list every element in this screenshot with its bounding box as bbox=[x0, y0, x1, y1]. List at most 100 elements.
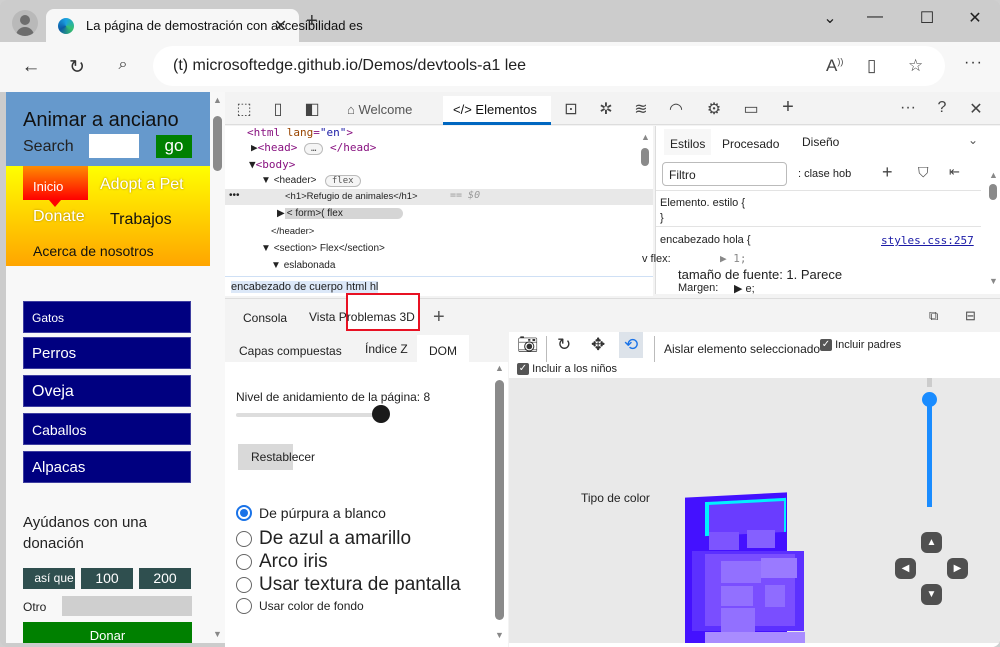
pan-down-button[interactable]: ▼ bbox=[921, 584, 942, 605]
bug-icon[interactable]: ✲ bbox=[595, 99, 617, 119]
css-prop-font-size[interactable]: tamaño de fuente: 1. Parece bbox=[678, 267, 842, 282]
scroll-up-icon[interactable]: ▲ bbox=[213, 95, 222, 105]
toggle-sidebar-icon[interactable]: ⇤ bbox=[949, 164, 960, 180]
settings-scroll-thumb[interactable] bbox=[495, 380, 504, 620]
zoom-slider-thumb[interactable] bbox=[922, 392, 937, 407]
inspect-element-icon[interactable]: ⬚ bbox=[233, 99, 255, 119]
application-icon[interactable]: ▭ bbox=[740, 99, 762, 119]
tab-procesado[interactable]: Procesado bbox=[722, 137, 779, 151]
nav-adopt-link[interactable]: Adopt a Pet bbox=[100, 176, 184, 194]
hov-cls-toggle[interactable]: : clase hob bbox=[798, 168, 851, 180]
read-aloud-icon[interactable]: A)) bbox=[826, 56, 843, 76]
radio-icon[interactable] bbox=[236, 577, 252, 593]
dom-html-node[interactable]: <html lang="en"> bbox=[247, 126, 353, 139]
radio-icon[interactable] bbox=[236, 598, 252, 614]
tab-estilos[interactable]: Estilos bbox=[664, 129, 712, 155]
element-style-rule[interactable]: Elemento. estilo { bbox=[660, 197, 745, 209]
reset-view-icon[interactable]: ↻ bbox=[557, 335, 571, 355]
source-link[interactable]: styles.css:257 bbox=[881, 234, 974, 247]
isolate-selected-label[interactable]: Aislar elemento seleccionado bbox=[664, 342, 820, 356]
expand-arrow-icon[interactable]: ▶ bbox=[251, 141, 258, 154]
more-tools-plus-icon[interactable]: + bbox=[777, 96, 799, 119]
immersive-reader-icon[interactable]: ▯ bbox=[867, 56, 876, 76]
css-prop-margin[interactable]: Margen: bbox=[678, 282, 718, 294]
nav-trabajos-link[interactable]: Trabajos bbox=[110, 211, 172, 229]
settings-scroll-down-icon[interactable]: ▼ bbox=[495, 630, 504, 640]
memory-chip-icon[interactable]: ⚙ bbox=[703, 99, 725, 119]
color-option-screen-texture[interactable]: Usar textura de pantalla bbox=[236, 574, 461, 596]
new-tab-button[interactable]: + bbox=[306, 11, 318, 31]
url-text[interactable]: (t) microsoftedge.github.io/Demos/devtoo… bbox=[173, 57, 526, 75]
tab-3d-view[interactable]: Vista Problemas 3D bbox=[309, 310, 415, 324]
address-bar[interactable]: (t) microsoftedge.github.io/Demos/devtoo… bbox=[153, 46, 945, 86]
tab-z-index[interactable]: Índice Z bbox=[365, 342, 408, 356]
pan-view-icon[interactable]: ✥ bbox=[591, 335, 605, 355]
elements-scroll-thumb[interactable] bbox=[641, 148, 649, 166]
radio-icon[interactable] bbox=[236, 531, 252, 547]
css-margin-value[interactable]: ▶ e; bbox=[734, 282, 755, 295]
css-selector[interactable]: encabezado hola { bbox=[660, 234, 751, 246]
3d-layer-block[interactable] bbox=[747, 530, 775, 548]
tab-consola[interactable]: Consola bbox=[243, 311, 287, 325]
undock-drawer-icon[interactable]: ⧉ bbox=[929, 308, 938, 324]
css-prop-flex[interactable]: v flex: bbox=[642, 253, 671, 265]
devtools-more-icon[interactable]: ··· bbox=[897, 99, 919, 117]
radio-selected-icon[interactable] bbox=[236, 505, 252, 521]
breadcrumb[interactable]: encabezado de cuerpo html hl bbox=[231, 281, 379, 293]
rotate-view-icon[interactable]: ⟲ bbox=[619, 332, 644, 358]
paint-brush-icon[interactable]: ⛉ bbox=[918, 164, 929, 181]
collapse-arrow-icon[interactable]: ▼ bbox=[261, 175, 274, 186]
page-scrollbar[interactable]: ▲ ▼ bbox=[210, 92, 225, 643]
ellipsis-pill[interactable]: … bbox=[304, 143, 324, 155]
dom-head-node[interactable]: ▶<head> … </head> bbox=[251, 141, 376, 155]
nesting-slider-thumb[interactable] bbox=[372, 405, 391, 423]
donation-amount-100[interactable]: 100 bbox=[81, 568, 133, 589]
tab-composited-layers[interactable]: Capas compuestas bbox=[239, 344, 342, 358]
animal-link-oveja[interactable]: Oveja bbox=[23, 375, 191, 407]
settings-scroll-up-icon[interactable]: ▲ bbox=[495, 363, 504, 373]
settings-scrollbar[interactable]: ▲ ▼ bbox=[493, 363, 507, 647]
performance-gauge-icon[interactable]: ◠ bbox=[665, 99, 687, 119]
dock-side-icon[interactable]: ◧ bbox=[301, 99, 323, 119]
include-children-checkbox[interactable]: ✓ Incluir a los niños bbox=[517, 363, 617, 376]
back-button[interactable]: ← bbox=[19, 56, 43, 78]
styles-chevron-down-icon[interactable]: ⌄ bbox=[968, 133, 978, 147]
styles-filter-input[interactable]: Filtro bbox=[662, 162, 787, 186]
3d-layer-block[interactable] bbox=[721, 608, 755, 632]
collapse-arrow-icon[interactable]: ▼ bbox=[249, 158, 256, 171]
device-emulation-icon[interactable]: ▯ bbox=[267, 99, 289, 119]
3d-layer-block[interactable] bbox=[721, 561, 761, 583]
animal-link-alpacas[interactable]: Alpacas bbox=[23, 451, 191, 483]
close-window-button[interactable]: ✕ bbox=[960, 8, 990, 28]
nav-donate-link[interactable]: Donate bbox=[33, 208, 85, 226]
page-scroll-thumb[interactable] bbox=[213, 116, 222, 171]
collapse-arrow-icon[interactable]: ▼ bbox=[271, 260, 284, 271]
flex-badge[interactable]: flex bbox=[324, 175, 361, 187]
zoom-slider-track[interactable] bbox=[927, 399, 932, 507]
tab-close-icon[interactable]: ✕ bbox=[274, 16, 287, 36]
refresh-button[interactable]: ↻ bbox=[65, 56, 89, 79]
dom-section-node[interactable]: ▼ <section> Flex</section> bbox=[261, 243, 385, 254]
3d-canvas[interactable]: Tipo de color ▲ ◀ ▶ ▼ bbox=[509, 378, 1000, 643]
console-icon[interactable]: ⊡ bbox=[560, 99, 582, 119]
checkbox-checked-icon[interactable]: ✓ bbox=[820, 339, 832, 352]
3d-layer-block[interactable] bbox=[765, 585, 785, 607]
scroll-down-icon[interactable]: ▼ bbox=[213, 629, 222, 639]
tab-dom[interactable]: DOM bbox=[417, 335, 469, 364]
animal-link-perros[interactable]: Perros bbox=[23, 337, 191, 369]
color-option-blue-yellow[interactable]: De azul a amarillo bbox=[236, 528, 411, 550]
settings-more-icon[interactable]: ··· bbox=[964, 54, 983, 72]
tab-welcome[interactable]: ⌂ Welcome bbox=[337, 96, 422, 125]
styles-scroll-down-icon[interactable]: ▼ bbox=[989, 276, 998, 286]
donation-amount-1[interactable]: así que bbox=[23, 568, 75, 589]
color-option-rainbow[interactable]: Arco iris bbox=[236, 551, 328, 573]
close-devtools-icon[interactable]: ✕ bbox=[965, 99, 987, 119]
other-amount-input[interactable] bbox=[62, 596, 192, 616]
nesting-slider-track[interactable] bbox=[236, 413, 386, 417]
collapse-arrow-icon[interactable]: ▼ bbox=[261, 243, 274, 254]
search-icon[interactable]: ⌕ bbox=[111, 56, 135, 74]
new-style-rule-icon[interactable]: + bbox=[882, 162, 893, 183]
browser-tab[interactable]: La página de demostración con accesibili… bbox=[46, 9, 363, 43]
color-option-purple-white[interactable]: De púrpura a blanco bbox=[236, 505, 386, 521]
pan-right-button[interactable]: ▶ bbox=[947, 558, 968, 579]
